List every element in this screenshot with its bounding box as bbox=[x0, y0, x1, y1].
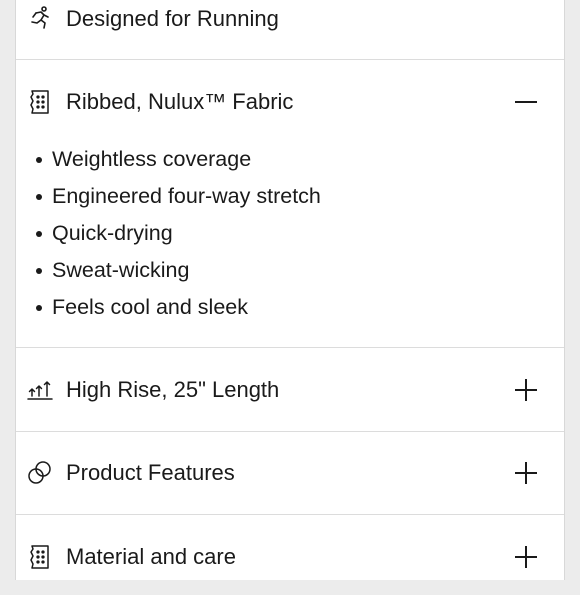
section-title[interactable]: Material and care bbox=[66, 543, 236, 571]
accordion-section-designed-for-running: Designed for Running bbox=[16, 0, 564, 60]
accordion-section-high-rise[interactable]: High Rise, 25" Length bbox=[16, 348, 564, 432]
fabric-feature-list: Weightless coverage Engineered four-way … bbox=[36, 141, 321, 326]
section-title[interactable]: Designed for Running bbox=[66, 5, 279, 33]
list-item: Engineered four-way stretch bbox=[36, 178, 321, 215]
rise-length-icon bbox=[26, 376, 54, 404]
collapse-toggle[interactable] bbox=[513, 89, 539, 115]
running-person-icon bbox=[26, 4, 54, 32]
list-item: Feels cool and sleek bbox=[36, 289, 321, 326]
accordion-section-fabric: Ribbed, Nulux™ Fabric Weightless coverag… bbox=[16, 60, 564, 348]
minus-icon bbox=[515, 101, 537, 103]
list-item: Weightless coverage bbox=[36, 141, 321, 178]
plus-icon bbox=[515, 379, 537, 401]
section-title[interactable]: High Rise, 25" Length bbox=[66, 376, 279, 404]
section-title[interactable]: Ribbed, Nulux™ Fabric bbox=[66, 88, 293, 116]
fabric-swatch-icon bbox=[26, 543, 54, 571]
expand-toggle[interactable] bbox=[513, 377, 539, 403]
plus-icon bbox=[515, 546, 537, 568]
expand-toggle[interactable] bbox=[513, 544, 539, 570]
product-features-icon bbox=[26, 459, 54, 487]
product-details-accordion: Designed for Running Ribbed, Nulux™ Fabr… bbox=[15, 0, 565, 580]
accordion-section-material-care[interactable]: Material and care bbox=[16, 515, 564, 595]
fabric-swatch-icon bbox=[26, 88, 54, 116]
plus-icon bbox=[515, 462, 537, 484]
list-item: Quick-drying bbox=[36, 215, 321, 252]
accordion-section-product-features[interactable]: Product Features bbox=[16, 432, 564, 515]
section-title[interactable]: Product Features bbox=[66, 459, 235, 487]
list-item: Sweat-wicking bbox=[36, 252, 321, 289]
expand-toggle[interactable] bbox=[513, 460, 539, 486]
